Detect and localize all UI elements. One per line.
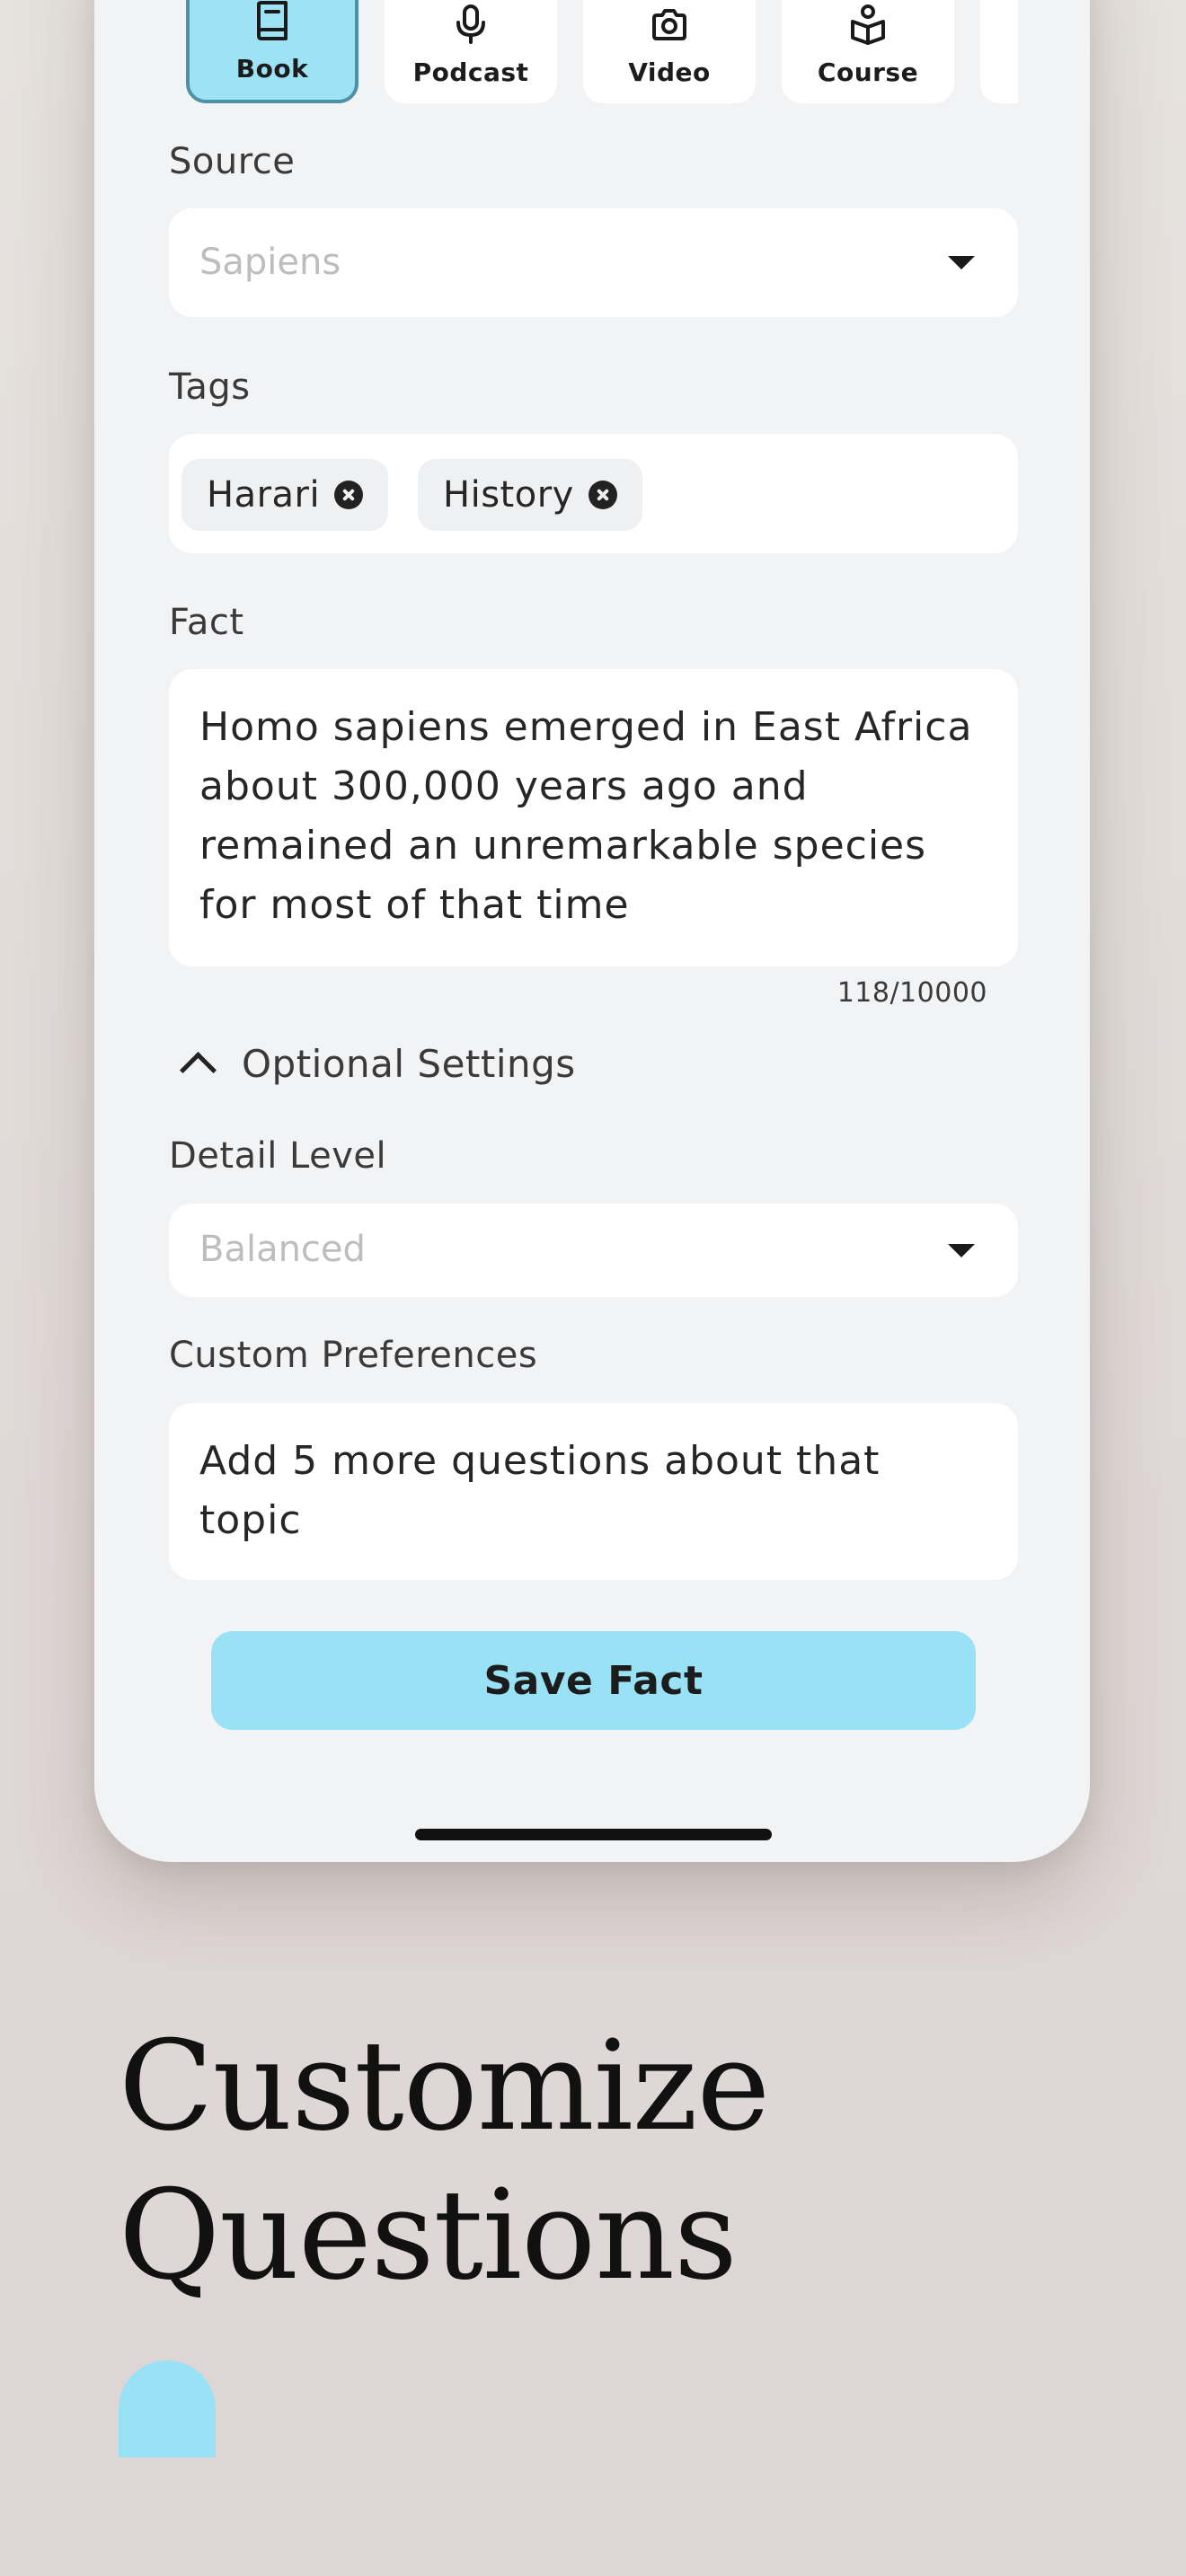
chevron-up-icon	[179, 1051, 217, 1090]
fact-textarea[interactable]: Homo sapiens emerged in East Africa abou…	[169, 669, 1018, 966]
detail-level-value: Balanced	[199, 1229, 366, 1270]
tags-label: Tags	[169, 366, 251, 408]
type-button-book[interactable]: Book	[186, 0, 358, 103]
remove-tag-icon[interactable]	[588, 481, 617, 509]
marketing-headline: Customize Questions	[119, 2012, 770, 2310]
fact-text: Homo sapiens emerged in East Africa abou…	[199, 704, 973, 928]
phone-frame: Book Podcast Video Course Source Sapiens…	[94, 0, 1090, 1862]
type-label-book: Book	[235, 54, 309, 84]
type-button-video[interactable]: Video	[583, 0, 756, 103]
content-type-selector: Book Podcast Video Course	[169, 0, 1018, 103]
book-icon	[257, 1, 288, 40]
type-button-podcast[interactable]: Podcast	[385, 0, 557, 103]
home-indicator	[415, 1829, 772, 1840]
custom-preferences-label: Custom Preferences	[169, 1335, 538, 1376]
custom-preferences-textarea[interactable]: Add 5 more questions about that topic	[169, 1403, 1018, 1580]
tag-chip: Harari	[181, 459, 389, 531]
camera-icon	[652, 9, 686, 40]
decorative-shape	[119, 2360, 216, 2457]
headline-line-2: Questions	[119, 2163, 738, 2307]
source-select[interactable]: Sapiens	[169, 208, 1018, 317]
fact-label: Fact	[169, 602, 244, 643]
source-label: Source	[169, 141, 296, 182]
optional-settings-toggle[interactable]: Optional Settings	[169, 1042, 576, 1090]
tags-field[interactable]: Harari History	[169, 434, 1018, 553]
tag-chip-label: Harari	[207, 474, 321, 516]
microphone-icon	[456, 4, 485, 44]
tag-chip: History	[418, 459, 642, 531]
type-label-podcast: Podcast	[412, 57, 529, 87]
type-label-video: Video	[628, 57, 711, 87]
save-fact-button[interactable]: Save Fact	[211, 1631, 976, 1730]
type-button-course[interactable]: Course	[782, 0, 954, 103]
optional-settings-label: Optional Settings	[242, 1042, 576, 1086]
chevron-down-icon	[948, 256, 975, 269]
source-value: Sapiens	[199, 242, 341, 283]
detail-level-select[interactable]: Balanced	[169, 1204, 1018, 1297]
type-label-course: Course	[817, 57, 919, 87]
course-icon	[851, 4, 885, 45]
remove-tag-icon[interactable]	[334, 481, 364, 509]
chevron-down-icon	[948, 1244, 975, 1257]
type-button-more[interactable]	[980, 0, 1018, 103]
detail-level-label: Detail Level	[169, 1135, 387, 1177]
character-counter: 118/10000	[836, 977, 987, 1009]
headline-line-1: Customize	[119, 2014, 770, 2158]
tag-chip-label: History	[443, 474, 574, 516]
custom-preferences-text: Add 5 more questions about that topic	[199, 1438, 881, 1543]
